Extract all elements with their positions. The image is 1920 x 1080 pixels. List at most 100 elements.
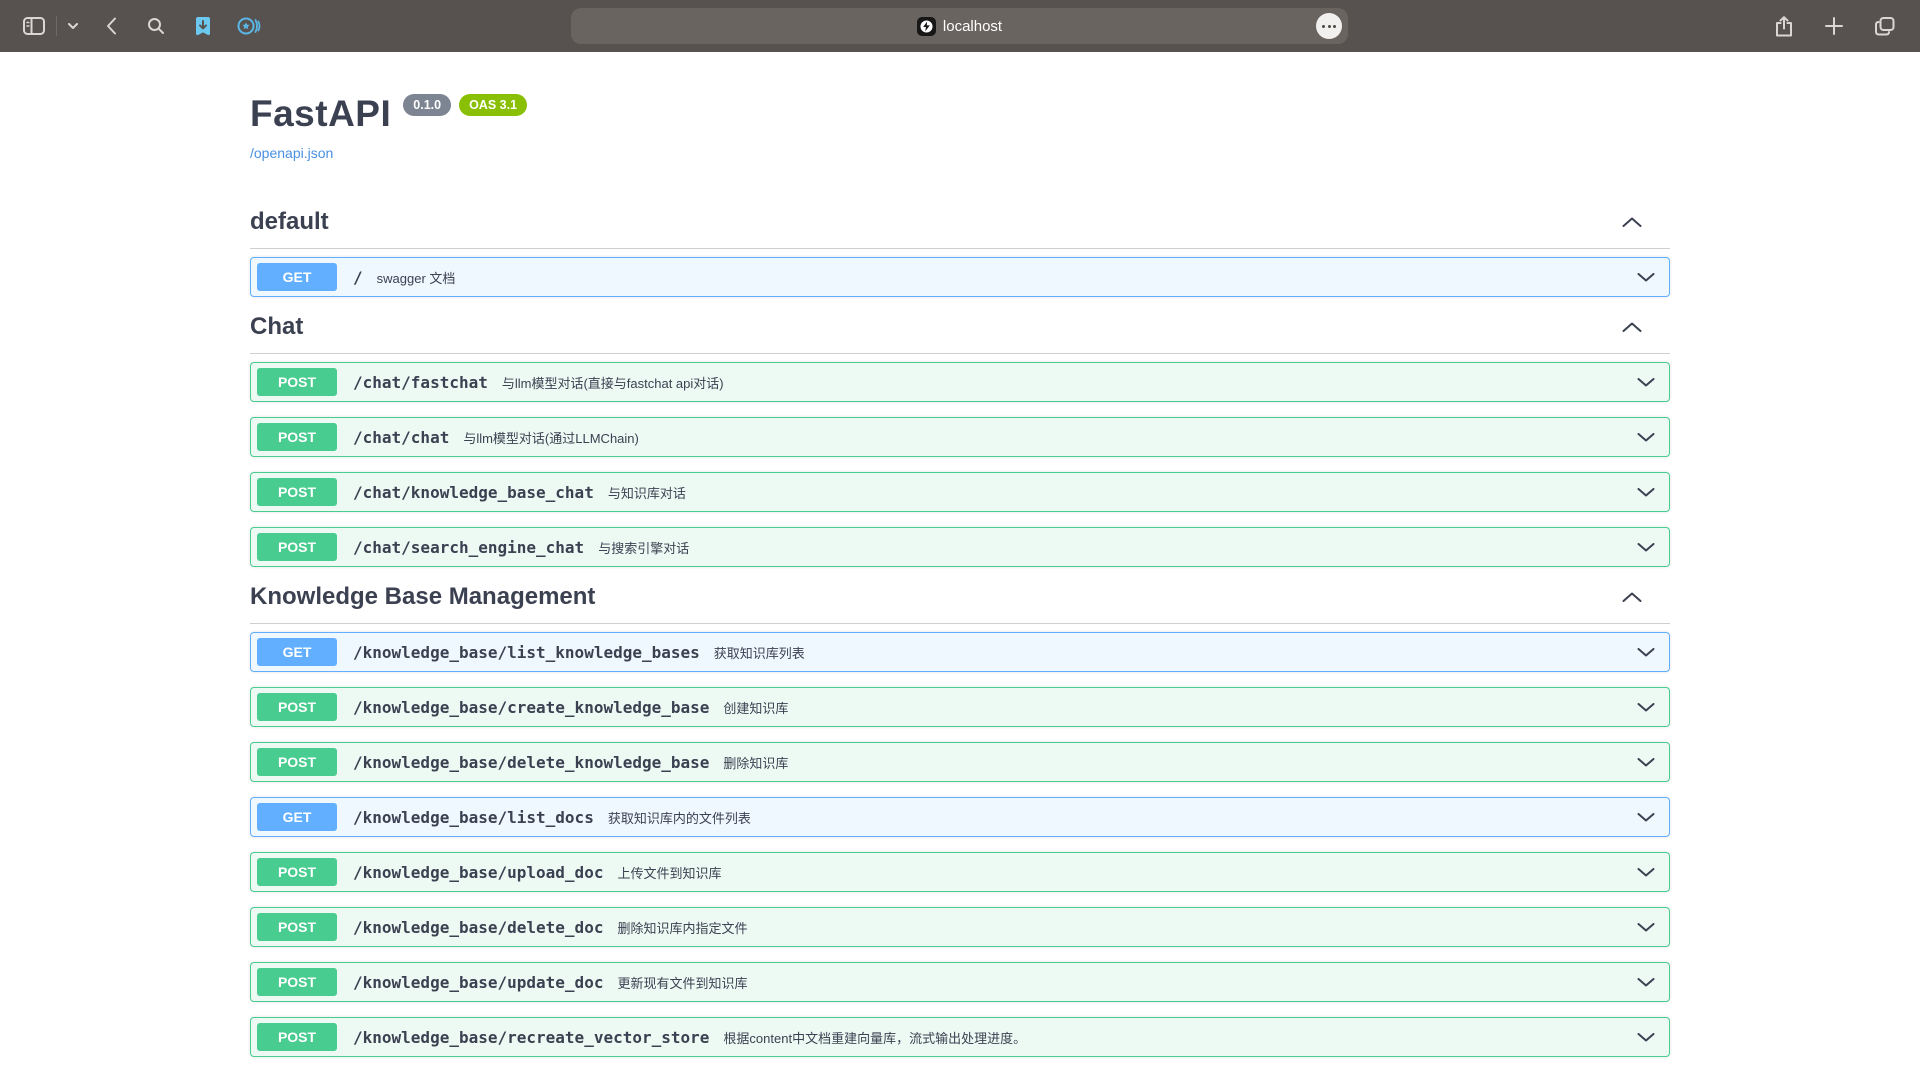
endpoint-description: 与知识库对话 xyxy=(608,483,1627,502)
method-badge: POST xyxy=(257,1023,337,1051)
api-info: FastAPI 0.1.0 OAS 3.1 /openapi.json xyxy=(250,52,1670,163)
tag-section-default: default GET / swagger 文档 xyxy=(250,207,1670,297)
endpoint-description: 上传文件到知识库 xyxy=(617,863,1627,882)
section-header[interactable]: default xyxy=(250,207,1670,249)
api-sections: default GET / swagger 文档 Chat POST /chat… xyxy=(250,207,1670,1057)
endpoint-row[interactable]: POST /chat/chat 与llm模型对话(通过LLMChain) xyxy=(250,417,1670,457)
endpoint-row[interactable]: POST /chat/search_engine_chat 与搜索引擎对话 xyxy=(250,527,1670,567)
endpoint-description: 获取知识库内的文件列表 xyxy=(608,808,1627,827)
method-badge: POST xyxy=(257,368,337,396)
endpoint-path: /knowledge_base/recreate_vector_store xyxy=(353,1028,709,1047)
endpoint-row[interactable]: GET /knowledge_base/list_docs 获取知识库内的文件列… xyxy=(250,797,1670,837)
chevron-left-icon xyxy=(106,17,117,35)
chevron-down-icon[interactable] xyxy=(1637,378,1655,387)
toolbar-separator xyxy=(56,16,57,36)
chevron-down-icon[interactable] xyxy=(1637,978,1655,987)
tabs-icon xyxy=(1875,17,1895,36)
chevron-down-icon[interactable] xyxy=(1637,273,1655,282)
sidebar-toggle-button[interactable] xyxy=(14,8,54,44)
chevron-up-icon[interactable] xyxy=(1622,217,1642,227)
endpoint-row[interactable]: POST /knowledge_base/recreate_vector_sto… xyxy=(250,1017,1670,1057)
endpoint-row[interactable]: POST /knowledge_base/delete_doc 删除知识库内指定… xyxy=(250,907,1670,947)
method-badge: POST xyxy=(257,748,337,776)
address-bar[interactable]: localhost xyxy=(571,8,1348,44)
share-button[interactable] xyxy=(1766,8,1802,44)
plus-icon xyxy=(1825,17,1843,35)
browser-toolbar: localhost xyxy=(0,0,1920,52)
endpoint-row[interactable]: GET / swagger 文档 xyxy=(250,257,1670,297)
endpoint-description: 获取知识库列表 xyxy=(714,643,1627,662)
version-badge: 0.1.0 xyxy=(403,94,451,116)
section-operations: GET /knowledge_base/list_knowledge_bases… xyxy=(250,632,1670,1057)
chevron-down-icon[interactable] xyxy=(1637,813,1655,822)
endpoint-row[interactable]: POST /knowledge_base/create_knowledge_ba… xyxy=(250,687,1670,727)
back-button[interactable] xyxy=(97,8,126,44)
sidebar-dropdown-button[interactable] xyxy=(59,8,87,44)
section-operations: POST /chat/fastchat 与llm模型对话(直接与fastchat… xyxy=(250,362,1670,567)
endpoint-path: /knowledge_base/list_knowledge_bases xyxy=(353,643,700,662)
section-title: Chat xyxy=(250,312,303,341)
swagger-page: FastAPI 0.1.0 OAS 3.1 /openapi.json defa… xyxy=(0,52,1920,1080)
endpoint-path: /knowledge_base/delete_doc xyxy=(353,918,603,937)
method-badge: POST xyxy=(257,478,337,506)
chevron-down-icon[interactable] xyxy=(1637,433,1655,442)
method-badge: GET xyxy=(257,638,337,666)
chevron-down-icon[interactable] xyxy=(1637,923,1655,932)
endpoint-description: 删除知识库 xyxy=(723,753,1627,772)
chevron-up-icon[interactable] xyxy=(1622,322,1642,332)
search-button[interactable] xyxy=(138,8,174,44)
chevron-down-icon[interactable] xyxy=(1637,1033,1655,1042)
endpoint-row[interactable]: GET /knowledge_base/list_knowledge_bases… xyxy=(250,632,1670,672)
endpoint-row[interactable]: POST /chat/knowledge_base_chat 与知识库对话 xyxy=(250,472,1670,512)
new-tab-button[interactable] xyxy=(1816,8,1852,44)
endpoint-row[interactable]: POST /chat/fastchat 与llm模型对话(直接与fastchat… xyxy=(250,362,1670,402)
chevron-down-icon[interactable] xyxy=(1637,703,1655,712)
url-text: localhost xyxy=(943,18,1002,35)
method-badge: GET xyxy=(257,803,337,831)
page-settings-button[interactable] xyxy=(1316,13,1342,39)
endpoint-path: /chat/search_engine_chat xyxy=(353,538,584,557)
endpoint-path: /knowledge_base/upload_doc xyxy=(353,863,603,882)
section-title: default xyxy=(250,207,329,236)
endpoint-row[interactable]: POST /knowledge_base/upload_doc 上传文件到知识库 xyxy=(250,852,1670,892)
chevron-up-icon[interactable] xyxy=(1622,592,1642,602)
endpoint-path: /chat/knowledge_base_chat xyxy=(353,483,594,502)
section-title: Knowledge Base Management xyxy=(250,582,595,611)
endpoint-description: 与llm模型对话(通过LLMChain) xyxy=(463,428,1627,447)
method-badge: GET xyxy=(257,263,337,291)
endpoint-description: 与llm模型对话(直接与fastchat api对话) xyxy=(502,373,1627,392)
fastapi-logo-icon xyxy=(920,20,933,33)
tag-section-knowledge-base-management: Knowledge Base Management GET /knowledge… xyxy=(250,582,1670,1057)
chevron-down-icon[interactable] xyxy=(1637,543,1655,552)
chevron-down-icon[interactable] xyxy=(1637,648,1655,657)
site-favicon xyxy=(917,17,936,36)
method-badge: POST xyxy=(257,533,337,561)
oas-badge: OAS 3.1 xyxy=(459,94,527,116)
tab-overview-button[interactable] xyxy=(1866,8,1904,44)
chevron-down-icon xyxy=(68,23,78,29)
openapi-spec-link[interactable]: /openapi.json xyxy=(250,145,333,161)
method-badge: POST xyxy=(257,423,337,451)
method-badge: POST xyxy=(257,913,337,941)
endpoint-path: / xyxy=(353,268,363,287)
bookmark-arrow-icon xyxy=(193,16,213,37)
endpoint-row[interactable]: POST /knowledge_base/delete_knowledge_ba… xyxy=(250,742,1670,782)
endpoint-path: /knowledge_base/list_docs xyxy=(353,808,594,827)
endpoint-description: 根据content中文档重建向量库，流式输出处理进度。 xyxy=(723,1028,1627,1047)
section-operations: GET / swagger 文档 xyxy=(250,257,1670,297)
chevron-down-icon[interactable] xyxy=(1637,758,1655,767)
extension-circles-button[interactable] xyxy=(228,8,270,44)
endpoint-path: /knowledge_base/delete_knowledge_base xyxy=(353,753,709,772)
search-icon xyxy=(147,17,165,35)
extension-bookmark-button[interactable] xyxy=(184,8,222,44)
method-badge: POST xyxy=(257,693,337,721)
endpoint-path: /knowledge_base/update_doc xyxy=(353,973,603,992)
section-header[interactable]: Chat xyxy=(250,312,1670,354)
ellipsis-icon xyxy=(1322,25,1325,28)
section-header[interactable]: Knowledge Base Management xyxy=(250,582,1670,624)
method-badge: POST xyxy=(257,968,337,996)
chevron-down-icon[interactable] xyxy=(1637,868,1655,877)
chevron-down-icon[interactable] xyxy=(1637,488,1655,497)
endpoint-row[interactable]: POST /knowledge_base/update_doc 更新现有文件到知… xyxy=(250,962,1670,1002)
page-title: FastAPI xyxy=(250,92,391,136)
